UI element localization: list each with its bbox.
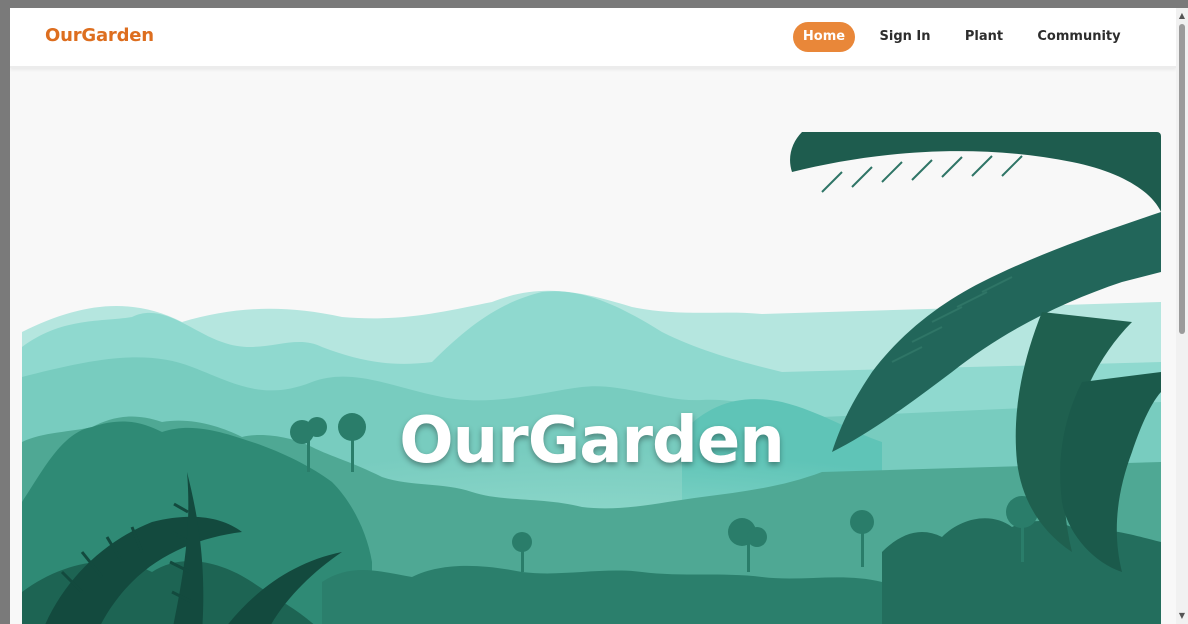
nav-plant-link[interactable]: Plant: [958, 22, 1010, 52]
nav-sign-in-link[interactable]: Sign In: [870, 22, 940, 52]
hero-title: OurGarden: [399, 404, 785, 478]
top-navbar: OurGarden Home Sign In Plant Community: [10, 8, 1176, 68]
browser-viewport: OurGarden Home Sign In Plant Community O…: [10, 8, 1176, 624]
brand-logo-link[interactable]: OurGarden: [45, 25, 154, 46]
vertical-scrollbar[interactable]: ▲ ▼: [1176, 8, 1188, 624]
nav-home-link[interactable]: Home: [793, 22, 855, 52]
jungle-landscape-illustration: [22, 132, 1161, 624]
triangle-up-icon[interactable]: ▲: [1176, 10, 1188, 22]
triangle-down-icon[interactable]: ▼: [1176, 610, 1188, 622]
scrollbar-thumb[interactable]: [1179, 24, 1185, 334]
hero-banner: OurGarden: [22, 132, 1161, 624]
nav-community-link[interactable]: Community: [1030, 22, 1128, 52]
